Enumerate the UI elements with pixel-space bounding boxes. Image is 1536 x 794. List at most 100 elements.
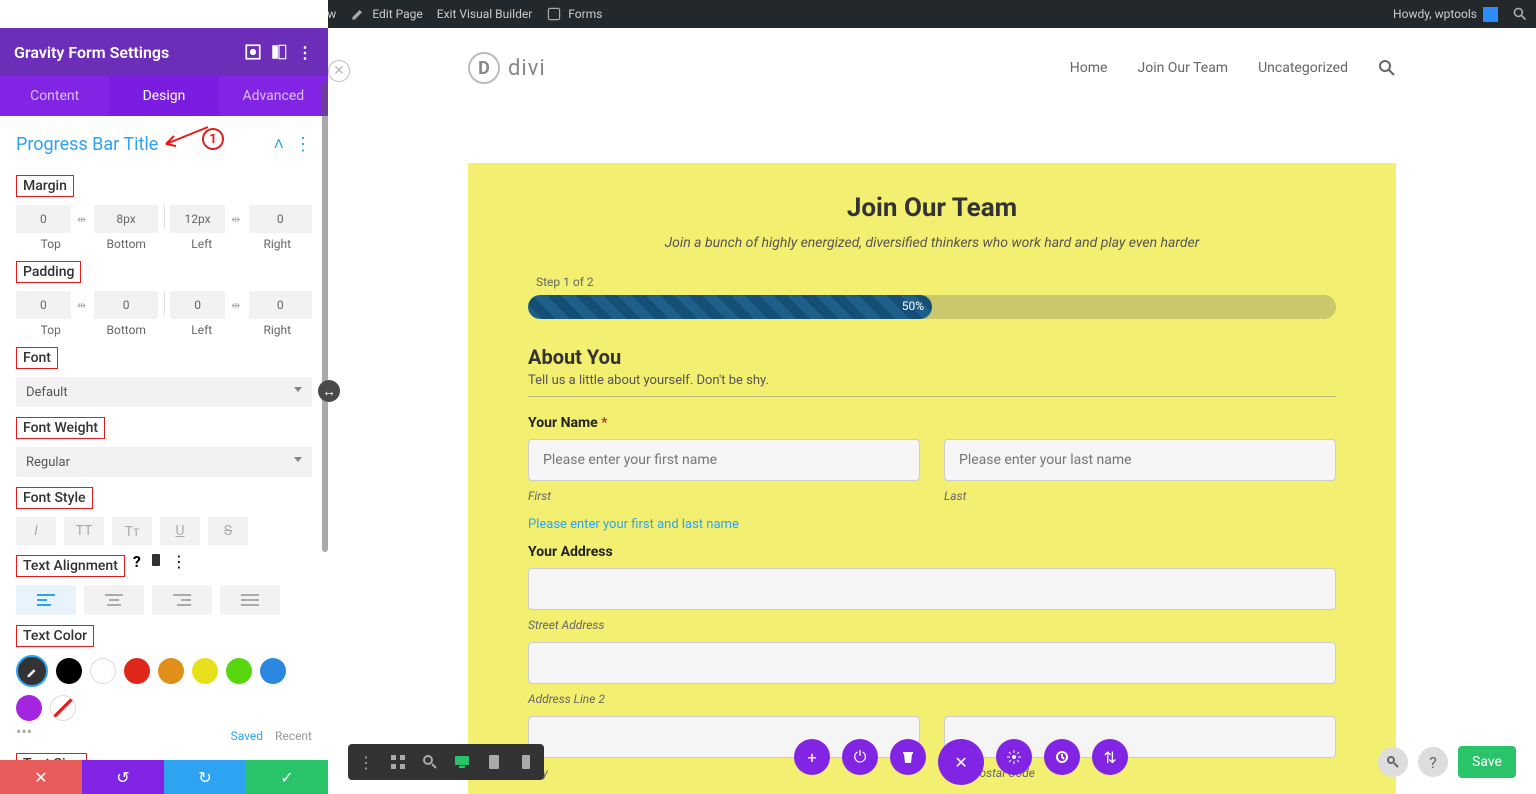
saved-colors-tab[interactable]: Saved (231, 729, 263, 743)
font-weight-select[interactable]: Regular (16, 447, 312, 477)
street-hint: Street Address (528, 618, 1336, 632)
swatch-orange[interactable] (158, 658, 184, 684)
color-picker-button[interactable] (16, 655, 48, 687)
expand-icon[interactable] (244, 43, 262, 61)
align-kebab-icon[interactable]: ⋮ (171, 552, 187, 571)
nav-uncat[interactable]: Uncategorized (1258, 60, 1348, 76)
forms-menu[interactable]: Forms (546, 6, 602, 22)
forms-icon (546, 6, 562, 22)
form-section: Join Our Team Join a bunch of highly ene… (468, 163, 1396, 794)
first-name-input[interactable] (528, 439, 920, 481)
align-center-button[interactable] (84, 585, 144, 615)
adminbar-search[interactable] (1512, 6, 1528, 22)
exit-vb[interactable]: Exit Visual Builder (437, 7, 533, 21)
link-icon[interactable]: ⇹ (75, 291, 89, 319)
margin-right-input[interactable] (249, 205, 312, 233)
address2-input[interactable] (528, 642, 1336, 684)
swatch-yellow[interactable] (192, 658, 218, 684)
margin-left-input[interactable] (170, 205, 225, 233)
swap-button[interactable]: ⇅ (1092, 739, 1128, 775)
label-font-weight: Font Weight (16, 417, 105, 439)
cancel-button[interactable]: ✕ (0, 760, 82, 794)
kebab-icon[interactable]: ⋮ (296, 43, 314, 61)
first-name-hint: First (528, 489, 920, 503)
sidebar-header: Gravity Form Settings ⋮ (0, 28, 328, 76)
builder-center-actions: + ⏻ ✕ ⇅ (794, 739, 1128, 785)
swatch-blue[interactable] (260, 658, 286, 684)
undo-button[interactable]: ↺ (82, 760, 164, 794)
tab-advanced[interactable]: Advanced (219, 76, 328, 116)
uppercase-button[interactable]: TT (64, 517, 104, 545)
chevron-up-icon[interactable]: ˄ (273, 134, 284, 155)
last-name-input[interactable] (944, 439, 1336, 481)
tool-phone[interactable] (512, 748, 540, 776)
padding-top-input[interactable] (16, 291, 71, 319)
tool-tablet[interactable] (480, 748, 508, 776)
section-kebab-icon[interactable]: ⋮ (294, 134, 312, 155)
padding-right-input[interactable] (249, 291, 312, 319)
help-button[interactable]: ? (1418, 747, 1448, 777)
pencil-icon (350, 6, 366, 22)
magnify-button[interactable] (1378, 747, 1408, 777)
tool-zoom[interactable] (416, 748, 444, 776)
site-header: D divi Home Join Our Team Uncategorized (468, 38, 1396, 98)
label-margin: Margin (16, 175, 74, 197)
tool-kebab[interactable]: ⋮ (352, 748, 380, 776)
strikethrough-button[interactable]: S (208, 517, 248, 545)
settings-button[interactable] (996, 739, 1032, 775)
font-select[interactable]: Default (16, 377, 312, 407)
link-icon[interactable]: ⇹ (229, 291, 243, 319)
tool-desktop[interactable] (448, 748, 476, 776)
section-heading: About You (528, 345, 1336, 369)
street-input[interactable] (528, 568, 1336, 610)
site-logo[interactable]: D divi (468, 52, 546, 84)
font-style-buttons: I TT Tᴛ U S (16, 517, 312, 545)
tab-design[interactable]: Design (109, 76, 218, 116)
link-icon[interactable]: ⇹ (229, 205, 243, 233)
panel-icon[interactable] (270, 43, 288, 61)
progress-bar: 50% (528, 295, 1336, 319)
nav-home[interactable]: Home (1070, 60, 1108, 76)
align-left-button[interactable] (16, 585, 76, 615)
swatch-red[interactable] (124, 658, 150, 684)
trash-button[interactable] (890, 739, 926, 775)
nav-join[interactable]: Join Our Team (1137, 60, 1228, 76)
swatch-black[interactable] (56, 658, 82, 684)
step-label: Step 1 of 2 (528, 275, 1336, 289)
align-right-button[interactable] (152, 585, 212, 615)
confirm-button[interactable]: ✓ (246, 760, 328, 794)
smallcaps-button[interactable]: Tᴛ (112, 517, 152, 545)
swatch-purple[interactable] (16, 695, 42, 721)
recent-colors-tab[interactable]: Recent (275, 729, 312, 743)
power-button[interactable]: ⏻ (842, 739, 878, 775)
howdy-user[interactable]: Howdy, wptools (1393, 7, 1498, 22)
swatch-none[interactable] (50, 695, 76, 721)
save-button[interactable]: Save (1458, 746, 1516, 778)
edit-page[interactable]: Edit Page (350, 6, 422, 22)
resize-handle[interactable]: ↔ (318, 380, 340, 402)
margin-top-input[interactable] (16, 205, 71, 233)
swatch-white[interactable] (90, 658, 116, 684)
more-colors-icon[interactable]: ••• (16, 728, 32, 736)
device-icon[interactable] (149, 552, 163, 571)
section-progress-bar-title[interactable]: Progress Bar Title ˄ ⋮ (16, 134, 312, 155)
align-justify-button[interactable] (220, 585, 280, 615)
label-font: Font (16, 347, 58, 369)
underline-button[interactable]: U (160, 517, 200, 545)
add-button[interactable]: + (794, 739, 830, 775)
margin-bottom-input[interactable] (94, 205, 157, 233)
tool-wireframe[interactable] (384, 748, 412, 776)
nav-search-icon[interactable] (1378, 59, 1396, 77)
help-icon[interactable]: ? (133, 552, 141, 571)
tab-content[interactable]: Content (0, 76, 109, 116)
redo-button[interactable]: ↻ (164, 760, 246, 794)
padding-left-input[interactable] (170, 291, 225, 319)
history-button[interactable] (1044, 739, 1080, 775)
padding-bottom-input[interactable] (94, 291, 157, 319)
swatch-green[interactable] (226, 658, 252, 684)
link-icon[interactable]: ⇹ (75, 205, 89, 233)
italic-button[interactable]: I (16, 517, 56, 545)
close-builder-button[interactable]: ✕ (938, 739, 984, 785)
last-name-hint: Last (944, 489, 1336, 503)
close-module-button[interactable]: ✕ (328, 60, 350, 82)
